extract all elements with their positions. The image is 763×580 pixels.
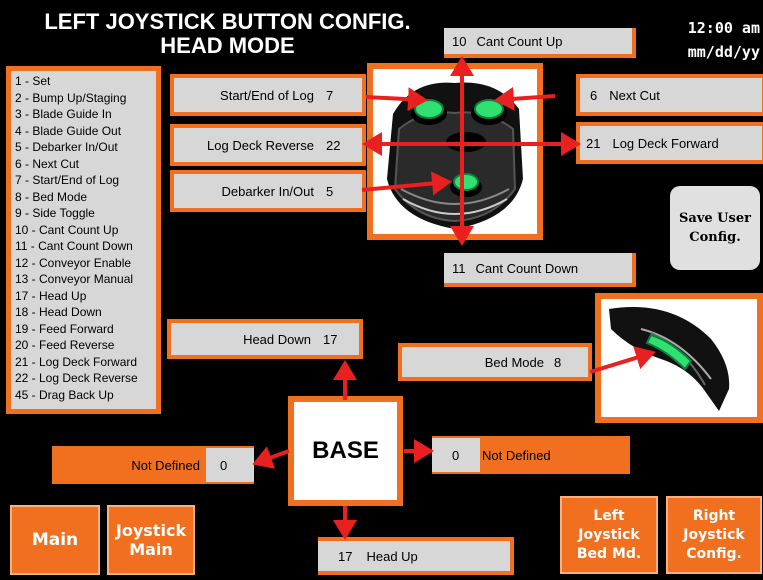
head-down-field[interactable]: Head Down 17	[167, 319, 363, 359]
next-cut-label: Next Cut	[609, 87, 660, 103]
base-joystick-position: BASE	[288, 396, 403, 506]
save-user-config-button[interactable]: Save User Config.	[670, 186, 760, 270]
button-legend: 1 - Set 2 - Bump Up/Staging 3 - Blade Gu…	[6, 66, 161, 414]
bed-mode-image	[595, 293, 763, 423]
page-title: LEFT JOYSTICK BUTTON CONFIG. HEAD MODE	[30, 10, 425, 58]
base-right-field[interactable]: 0 Not Defined	[432, 436, 630, 474]
cant-count-up-field[interactable]: 10 Cant Count Up	[444, 28, 636, 58]
legend-item: 3 - Blade Guide In	[15, 107, 112, 121]
joystick-image	[367, 63, 543, 240]
cant-count-up-number: 10	[452, 33, 467, 49]
cant-count-down-number: 11	[452, 260, 466, 276]
legend-item: 5 - Debarker In/Out	[15, 140, 118, 154]
clock: 12:00 am mm/dd/yy	[620, 16, 760, 64]
legend-item: 9 - Side Toggle	[15, 206, 95, 220]
legend-item: 19 - Feed Forward	[15, 321, 114, 336]
debarker-number: 5	[320, 183, 362, 199]
start-end-log-field[interactable]: Start/End of Log 7	[170, 74, 366, 116]
bed-mode-label: Bed Mode	[484, 354, 544, 370]
log-deck-reverse-field[interactable]: Log Deck Reverse 22	[170, 124, 366, 166]
main-button[interactable]: Main	[10, 505, 100, 575]
arrow-left	[252, 446, 290, 469]
base-left-field[interactable]: Not Defined 0	[52, 446, 254, 484]
main-button-label: Main	[31, 529, 79, 550]
legend-item: 6 - Next Cut	[15, 156, 80, 171]
legend-item: 22 - Log Deck Reverse	[15, 371, 138, 385]
head-up-number: 17	[338, 548, 353, 564]
right-joystick-config-label: Right Joystick Config.	[683, 507, 745, 562]
bed-mode-number: 8	[554, 354, 562, 370]
base-left-number-box: 0	[206, 448, 254, 482]
legend-item: 8 - Bed Mode	[15, 189, 88, 204]
log-deck-forward-label: Log Deck Forward	[612, 135, 719, 151]
next-cut-field[interactable]: 6 Next Cut	[576, 74, 763, 116]
log-deck-reverse-number: 22	[320, 137, 362, 153]
legend-item: 17 - Head Up	[15, 288, 87, 303]
legend-item: 4 - Blade Guide Out	[15, 123, 122, 138]
log-deck-reverse-label: Log Deck Reverse	[207, 137, 314, 153]
base-left-number: 0	[220, 457, 228, 473]
bed-mode-field[interactable]: Bed Mode 8	[398, 343, 592, 381]
left-joystick-bed-mode-label: Left Joystick Bed Md.	[576, 507, 642, 562]
legend-item: 18 - Head Down	[15, 305, 102, 319]
head-down-number: 17	[317, 331, 359, 347]
legend-item: 45 - Drag Back Up	[15, 387, 114, 402]
base-label: BASE	[312, 437, 379, 464]
legend-item: 21 - Log Deck Forward	[15, 354, 138, 369]
title-line-1: LEFT JOYSTICK BUTTON CONFIG.	[44, 9, 411, 34]
right-joystick-config-button[interactable]: Right Joystick Config.	[666, 496, 762, 574]
head-down-label: Head Down	[243, 331, 311, 347]
legend-item: 12 - Conveyor Enable	[15, 255, 132, 270]
joystick-icon	[387, 82, 523, 229]
base-left-label: Not Defined	[131, 457, 200, 473]
log-deck-forward-field[interactable]: 21 Log Deck Forward	[576, 122, 763, 164]
head-up-label: Head Up	[366, 548, 418, 564]
time-display: 12:00 am	[687, 19, 760, 37]
legend-item: 2 - Bump Up/Staging	[15, 90, 127, 105]
legend-item: 10 - Cant Count Up	[15, 222, 119, 237]
legend-item: 11 - Cant Count Down	[15, 239, 133, 253]
joystick-main-label: Joystick Main	[115, 521, 187, 559]
title-line-2: HEAD MODE	[160, 33, 295, 58]
start-end-log-number: 7	[320, 87, 362, 103]
cant-count-down-label: Cant Count Down	[475, 260, 579, 276]
joystick-side-icon	[609, 307, 730, 411]
legend-item: 20 - Feed Reverse	[15, 338, 115, 352]
legend-item: 13 - Conveyor Manual	[15, 272, 134, 286]
legend-item: 1 - Set	[15, 74, 51, 88]
base-right-number-box: 0	[432, 438, 480, 472]
save-user-config-label: Save User Config.	[679, 211, 751, 245]
left-joystick-bed-mode-button[interactable]: Left Joystick Bed Md.	[560, 496, 658, 574]
joystick-main-button[interactable]: Joystick Main	[107, 505, 195, 575]
start-end-log-label: Start/End of Log	[220, 87, 314, 103]
debarker-label: Debarker In/Out	[221, 183, 315, 199]
date-display: mm/dd/yy	[687, 43, 760, 61]
head-up-field[interactable]: 17 Head Up	[318, 537, 514, 575]
base-right-label: Not Defined	[482, 447, 551, 463]
cant-count-down-field[interactable]: 11 Cant Count Down	[444, 253, 636, 287]
next-cut-number: 6	[590, 87, 598, 103]
log-deck-forward-number: 21	[586, 135, 601, 151]
debarker-field[interactable]: Debarker In/Out 5	[170, 170, 366, 212]
base-right-number: 0	[452, 447, 460, 463]
legend-item: 7 - Start/End of Log	[15, 173, 120, 187]
cant-count-up-label: Cant Count Up	[476, 33, 563, 49]
